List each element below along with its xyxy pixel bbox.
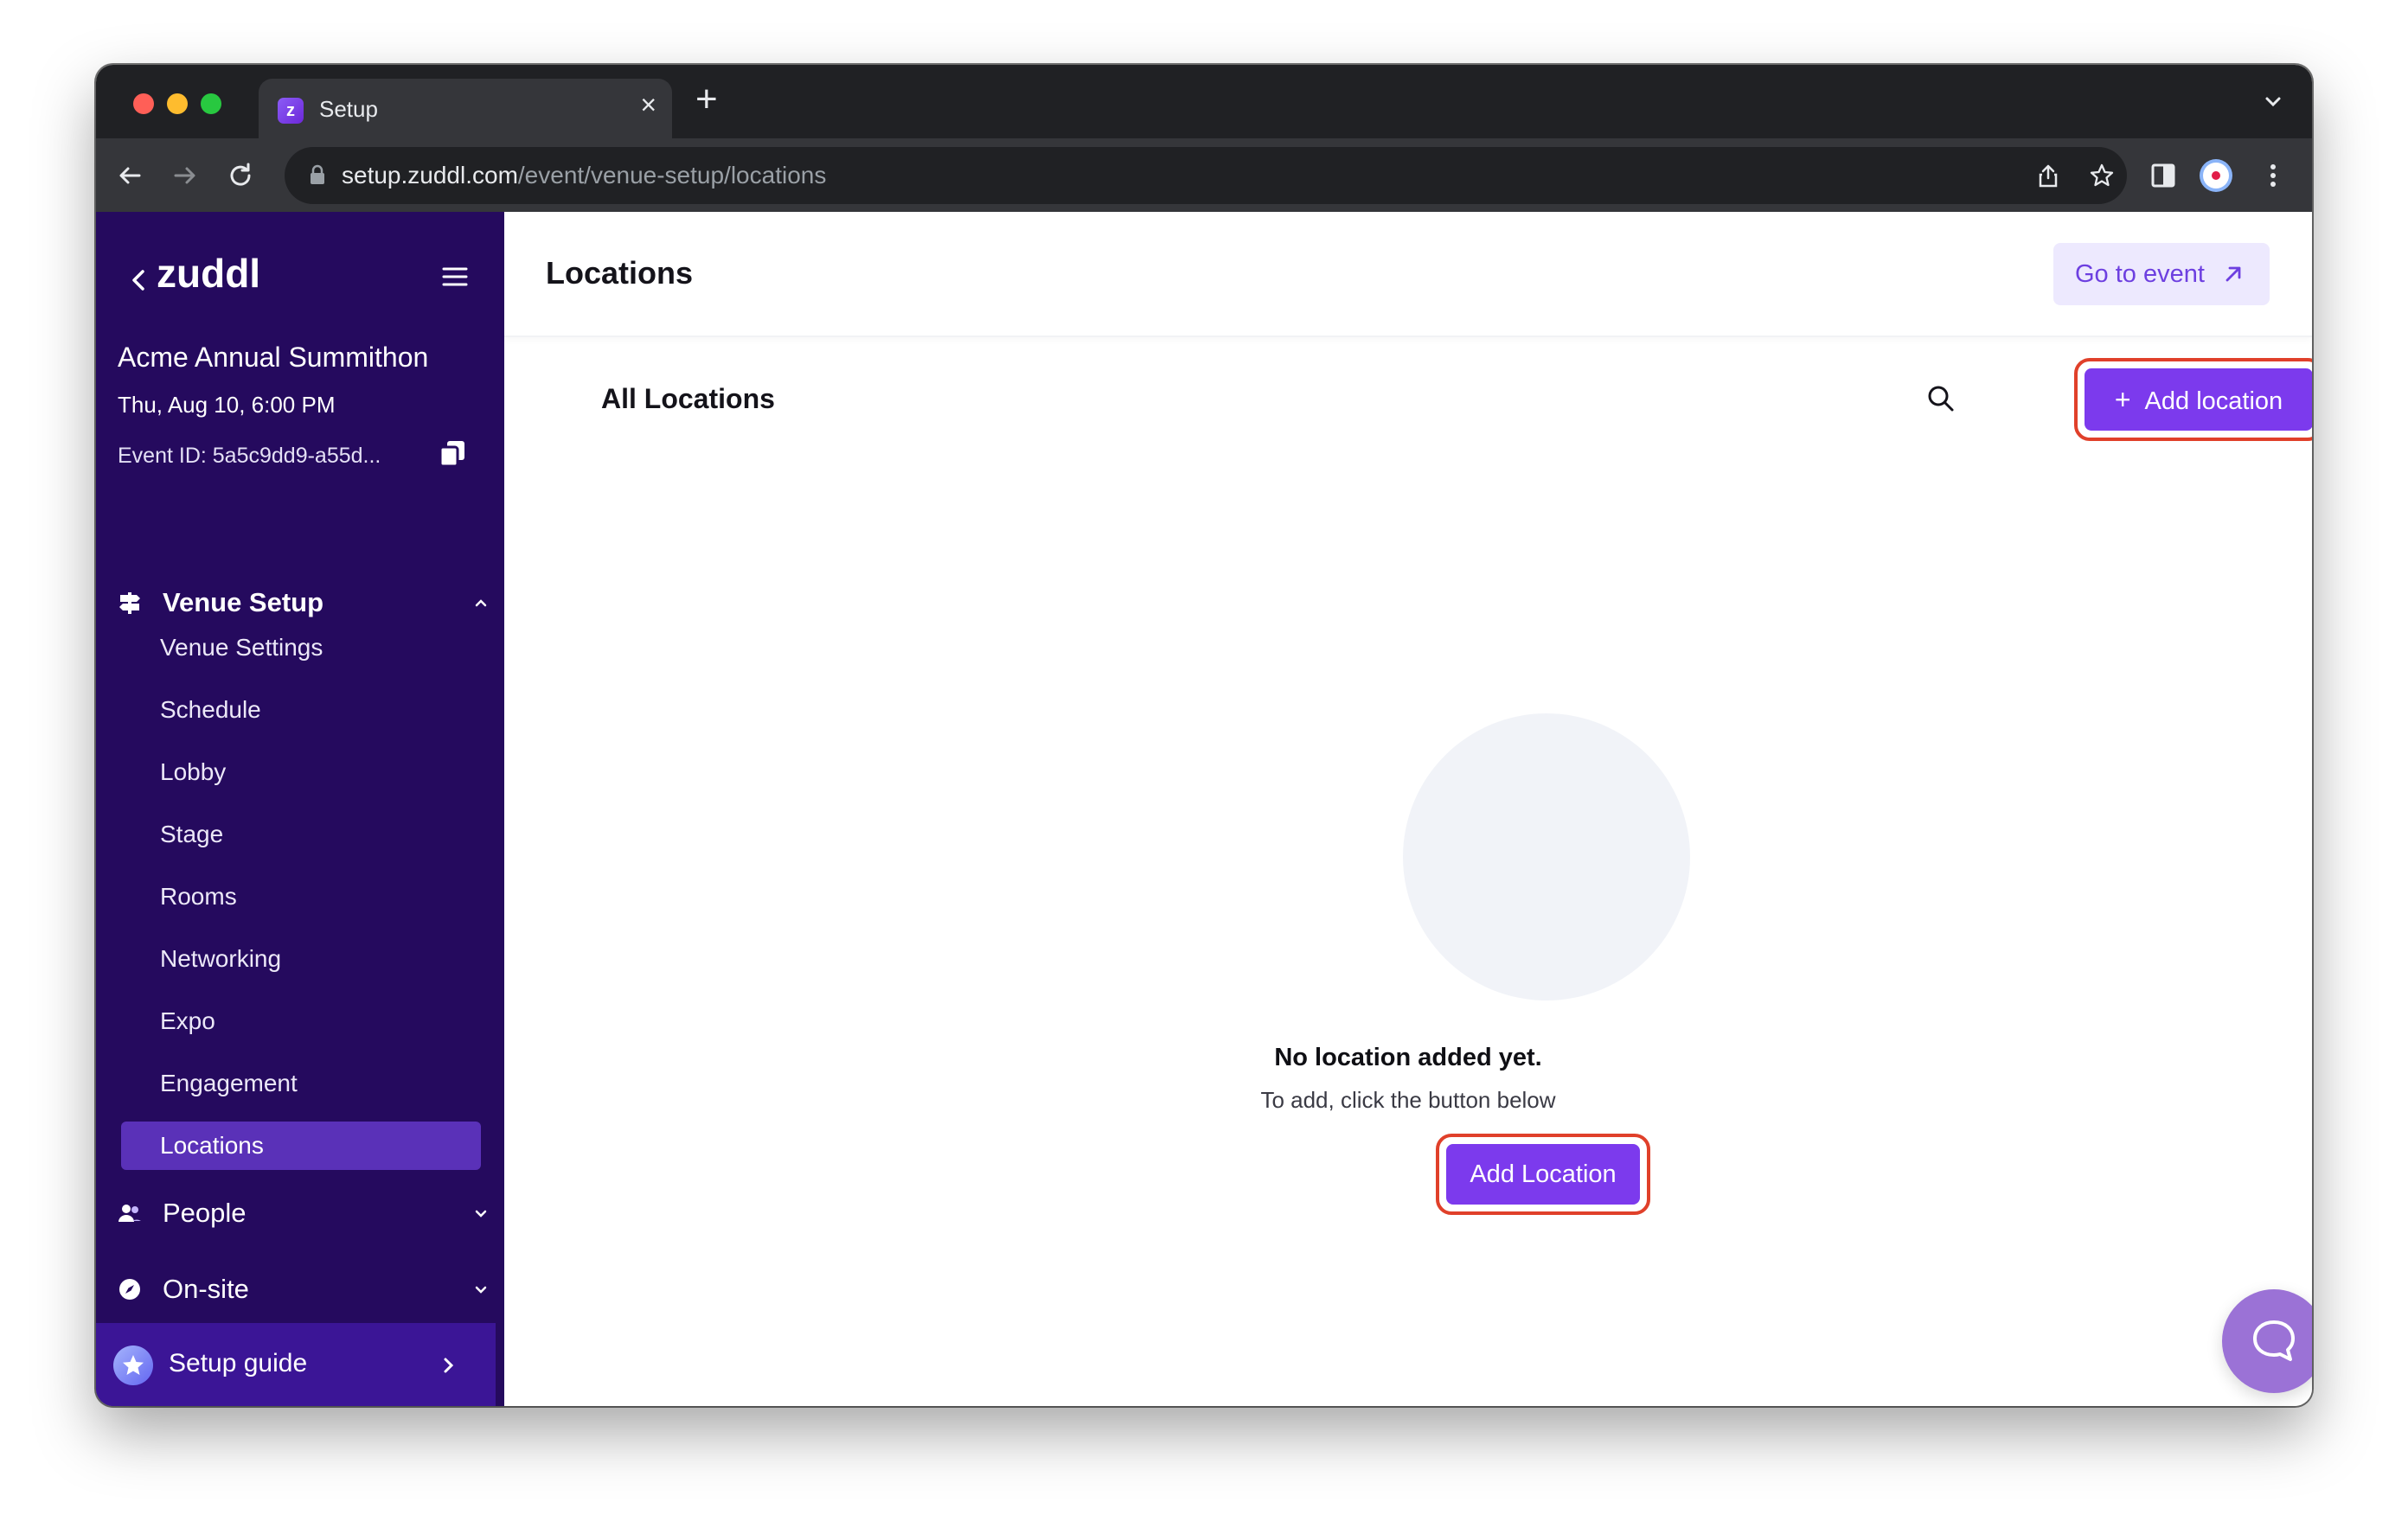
go-to-event-label: Go to event [2075, 260, 2205, 288]
reload-icon[interactable] [226, 161, 255, 190]
people-label: People [163, 1198, 247, 1228]
star-badge-icon [113, 1345, 153, 1385]
browser-tab-setup[interactable]: z Setup × [259, 79, 672, 138]
go-to-event-button[interactable]: Go to event [2053, 243, 2270, 305]
add-location-empty-button[interactable]: Add Location [1446, 1144, 1640, 1205]
search-icon[interactable] [1925, 383, 1956, 414]
empty-state-subtitle: To add, click the button below [1260, 1087, 1556, 1113]
chevron-up-icon [475, 599, 487, 607]
setup-guide-label: Setup guide [169, 1349, 308, 1377]
onsite-label: On-site [163, 1274, 249, 1304]
event-name: Acme Annual Summithon [118, 342, 429, 373]
tab-close-icon[interactable]: × [640, 91, 656, 118]
tab-title: Setup [319, 96, 378, 122]
lock-icon[interactable] [309, 164, 326, 185]
profile-avatar[interactable] [2200, 159, 2232, 192]
signpost-icon [119, 592, 140, 614]
compass-icon [119, 1279, 140, 1300]
share-icon[interactable] [2035, 163, 2061, 189]
new-tab-button[interactable]: + [695, 80, 718, 118]
address-bar[interactable]: setup.zuddl.com/event/venue-setup/locati… [285, 147, 2127, 204]
add-location-label: Add location [2144, 387, 2283, 415]
chat-support-button[interactable] [2222, 1289, 2312, 1393]
browser-menu-icon[interactable] [2258, 161, 2288, 190]
hamburger-menu-icon[interactable] [442, 265, 468, 288]
chevron-down-icon [475, 1286, 487, 1294]
onsite-section[interactable]: On-site [118, 1270, 490, 1308]
minimize-window-button[interactable] [167, 93, 188, 114]
sidebar: zuddl Acme Annual Summithon Thu, Aug 10,… [96, 212, 504, 1406]
copy-icon[interactable] [438, 438, 467, 468]
sidebar-item-schedule[interactable]: Schedule [121, 686, 481, 734]
back-chevron-icon[interactable] [127, 267, 150, 293]
add-location-button[interactable]: + Add location [2085, 368, 2312, 431]
sidebar-item-expo[interactable]: Expo [121, 997, 481, 1045]
tab-search-chevron-icon[interactable] [2260, 89, 2286, 115]
event-date: Thu, Aug 10, 6:00 PM [118, 392, 336, 418]
forward-icon[interactable] [170, 161, 200, 190]
sidebar-item-venue-settings[interactable]: Venue Settings [121, 623, 481, 672]
sidebar-item-rooms[interactable]: Rooms [121, 872, 481, 921]
sidebar-item-lobby[interactable]: Lobby [121, 748, 481, 796]
chevron-down-icon [475, 1210, 487, 1218]
chevron-right-icon [444, 1358, 454, 1373]
page-title: Locations [546, 255, 694, 291]
arrow-up-right-icon [2225, 266, 2241, 282]
browser-window: z Setup × + setup.zuddl.com/event/venue-… [96, 65, 2312, 1406]
sidebar-item-locations[interactable]: Locations [121, 1122, 481, 1170]
people-section[interactable]: People [118, 1194, 490, 1232]
close-window-button[interactable] [133, 93, 154, 114]
section-title: All Locations [601, 383, 775, 414]
people-icon [118, 1205, 141, 1222]
browser-toolbar: setup.zuddl.com/event/venue-setup/locati… [96, 138, 2312, 212]
venue-setup-section[interactable]: Venue Setup [118, 584, 490, 622]
sidebar-item-stage[interactable]: Stage [121, 810, 481, 859]
zuddl-favicon-icon: z [278, 98, 304, 124]
page-header: Locations Go to event [504, 212, 2312, 337]
back-icon[interactable] [115, 161, 144, 190]
sidebar-item-networking[interactable]: Networking [121, 935, 481, 983]
empty-state-illustration [1403, 713, 1690, 1000]
event-id: Event ID: 5a5c9dd9-a55d... [118, 444, 381, 468]
empty-state-title: No location added yet. [1274, 1044, 1542, 1071]
browser-tab-bar: z Setup × + [96, 65, 2312, 138]
bookmark-star-icon[interactable] [2089, 163, 2115, 189]
maximize-window-button[interactable] [201, 93, 221, 114]
sidebar-item-engagement[interactable]: Engagement [121, 1059, 481, 1108]
setup-guide-button[interactable]: Setup guide [96, 1323, 496, 1406]
side-panel-icon[interactable] [2149, 161, 2178, 190]
url-text: setup.zuddl.com/event/venue-setup/locati… [342, 162, 827, 189]
chat-bubble-icon [2253, 1320, 2295, 1361]
venue-setup-label: Venue Setup [163, 587, 324, 617]
zuddl-logo[interactable]: zuddl [157, 250, 260, 297]
app-area: zuddl Acme Annual Summithon Thu, Aug 10,… [96, 212, 2312, 1406]
main-content: Locations Go to event All Locations + Ad… [504, 212, 2312, 1406]
plus-icon: + [2114, 384, 2131, 415]
